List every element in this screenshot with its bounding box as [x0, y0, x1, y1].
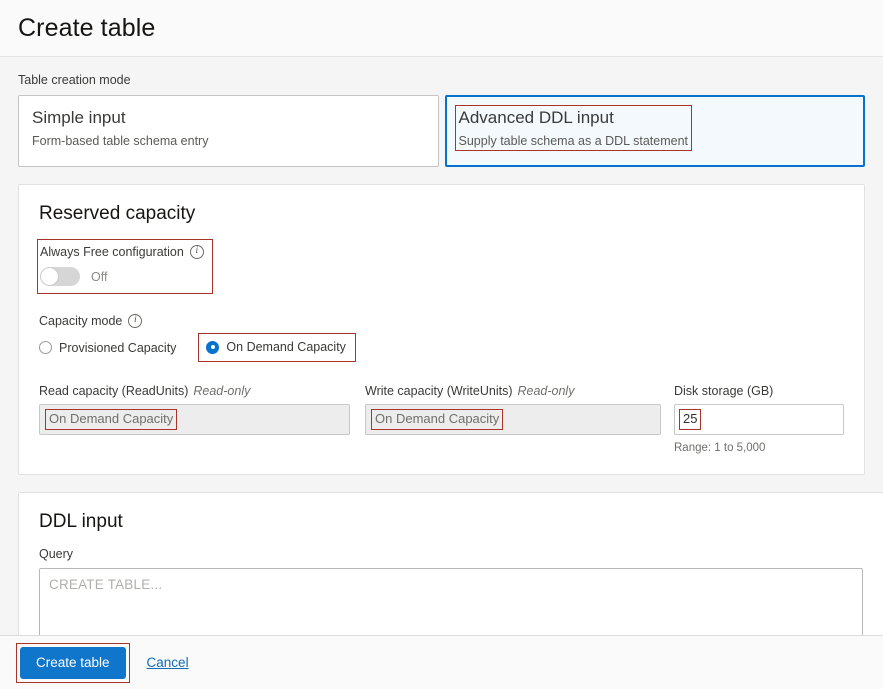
reserved-capacity-card: Reserved capacity Always Free configurat…: [18, 184, 865, 475]
read-capacity-label: Read capacity (ReadUnits) Read-only: [39, 384, 350, 398]
always-free-toggle-row: Off: [40, 267, 204, 286]
capacity-mode-label: Capacity mode: [39, 314, 123, 328]
disk-storage-range-hint: Range: 1 to 5,000: [674, 442, 766, 454]
disk-storage-input[interactable]: 25: [674, 404, 844, 435]
table-creation-mode-section: Table creation mode Simple input Form-ba…: [0, 57, 883, 167]
mode-tile-simple-input-title: Simple input: [32, 108, 126, 127]
always-free-toggle[interactable]: [40, 267, 80, 286]
write-capacity-value: On Demand Capacity: [371, 408, 504, 431]
disk-storage-label: Disk storage (GB): [674, 384, 774, 398]
reserved-capacity-body: Always Free configuration i Off Capacity…: [19, 225, 864, 474]
page-footer: Create table Cancel: [0, 635, 883, 689]
page-header: Create table: [0, 0, 883, 57]
create-table-button[interactable]: Create table: [20, 646, 126, 679]
write-capacity-readonly-tag: Read-only: [517, 384, 575, 398]
query-textarea[interactable]: CREATE TABLE...: [39, 568, 863, 635]
create-table-button-annotation: Create table: [16, 642, 130, 683]
radio-circle-selected-icon: [206, 340, 220, 354]
info-icon[interactable]: i: [128, 314, 143, 328]
page-body: Table creation mode Simple input Form-ba…: [0, 57, 883, 635]
always-free-configuration-group: Always Free configuration i Off: [37, 239, 213, 294]
capacity-mode-group: Capacity mode i Provisioned Capacity On …: [39, 314, 844, 362]
mode-tile-advanced-ddl-input-title: Advanced DDL input: [458, 108, 614, 127]
create-table-page: Create table Table creation mode Simple …: [0, 0, 883, 689]
radio-circle-icon: [39, 341, 52, 354]
mode-tile-advanced-ddl-input[interactable]: Advanced DDL input Supply table schema a…: [444, 95, 865, 167]
disk-storage-value: 25: [679, 408, 702, 431]
ddl-input-body: Query CREATE TABLE...: [19, 533, 883, 635]
read-capacity-value: On Demand Capacity: [45, 408, 178, 431]
capacity-fields-row: Read capacity (ReadUnits) Read-only On De…: [39, 384, 844, 454]
capacity-mode-radio-group: Provisioned Capacity On Demand Capacity: [39, 333, 844, 362]
radio-on-demand-capacity-label: On Demand Capacity: [226, 340, 346, 354]
always-free-label: Always Free configuration: [40, 245, 184, 259]
table-creation-mode-label: Table creation mode: [18, 73, 131, 87]
info-icon[interactable]: i: [189, 245, 204, 259]
write-capacity-label: Write capacity (WriteUnits) Read-only: [365, 384, 661, 398]
radio-on-demand-capacity[interactable]: On Demand Capacity: [198, 333, 356, 362]
mode-tile-advanced-ddl-input-content: Advanced DDL input Supply table schema a…: [454, 105, 693, 152]
read-capacity-input: On Demand Capacity: [39, 404, 350, 435]
mode-tile-simple-input-content: Simple input Form-based table schema ent…: [32, 107, 208, 148]
mode-tile-simple-input[interactable]: Simple input Form-based table schema ent…: [18, 95, 439, 167]
always-free-toggle-state: Off: [91, 269, 108, 284]
disk-storage-field-group: Disk storage (GB) 25 Range: 1 to 5,000: [674, 384, 844, 454]
write-capacity-field-group: Write capacity (WriteUnits) Read-only On …: [365, 384, 661, 435]
radio-provisioned-capacity[interactable]: Provisioned Capacity: [39, 341, 176, 355]
toggle-knob: [41, 268, 58, 285]
table-creation-mode-tiles: Simple input Form-based table schema ent…: [18, 95, 865, 167]
always-free-label-row: Always Free configuration i: [40, 245, 204, 259]
read-capacity-label-text: Read capacity (ReadUnits): [39, 384, 189, 398]
mode-tile-simple-input-subtitle: Form-based table schema entry: [32, 134, 209, 149]
mode-tile-advanced-ddl-input-subtitle: Supply table schema as a DDL statement: [458, 134, 689, 149]
write-capacity-input: On Demand Capacity: [365, 404, 661, 435]
radio-provisioned-capacity-label: Provisioned Capacity: [59, 340, 177, 355]
reserved-capacity-title: Reserved capacity: [39, 203, 196, 224]
cancel-link[interactable]: Cancel: [147, 655, 189, 670]
ddl-input-title: DDL input: [39, 511, 123, 532]
query-label: Query: [39, 547, 74, 561]
read-capacity-field-group: Read capacity (ReadUnits) Read-only On De…: [39, 384, 350, 435]
page-title: Create table: [18, 13, 156, 42]
capacity-mode-label-row: Capacity mode i: [39, 314, 844, 328]
read-capacity-readonly-tag: Read-only: [193, 384, 251, 398]
write-capacity-label-text: Write capacity (WriteUnits): [365, 384, 513, 398]
ddl-input-card: DDL input Query CREATE TABLE...: [18, 492, 883, 635]
